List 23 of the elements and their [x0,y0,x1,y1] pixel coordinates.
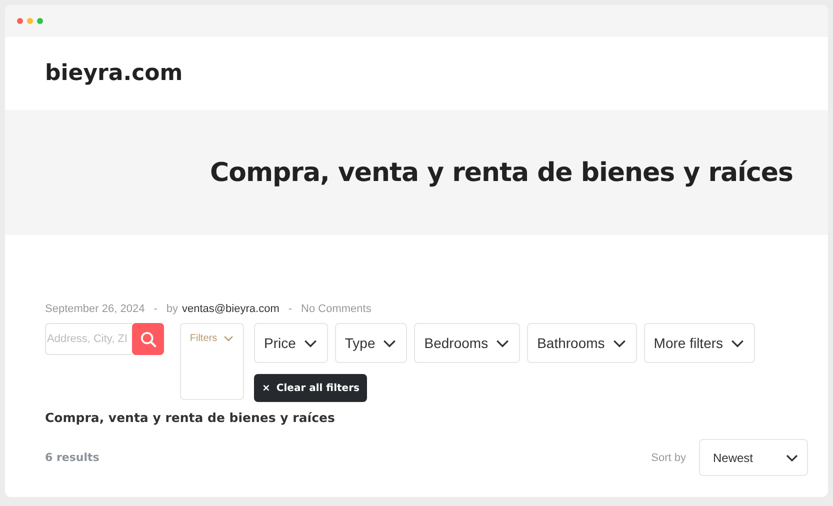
filter-dropdown[interactable]: Bedrooms [414,323,520,363]
search-field[interactable]: Address, City, ZI [45,323,132,355]
maximize-dot-icon[interactable] [37,18,43,24]
sort-select[interactable]: Newest [699,439,808,476]
post-date: September 26, 2024 [45,303,145,315]
sort-label: Sort by [651,452,686,464]
filter-dropdown[interactable]: Type [334,323,408,363]
listing-heading: Compra, venta y renta de bienes y raíces [45,410,336,425]
filter-dropdown[interactable]: Bathrooms [527,323,637,363]
search-button[interactable] [132,323,164,355]
results-count: 6 results [45,451,100,464]
search-icon [140,330,156,348]
by-label: by [166,303,178,315]
minimize-dot-icon[interactable] [27,18,33,24]
close-dot-icon[interactable] [17,18,23,24]
site-logo[interactable]: bieyra.com [45,61,183,86]
meta-separator: - [288,303,292,315]
page-title: Compra, venta y renta de bienes y raíces [210,158,793,188]
meta-separator: - [154,303,158,315]
filter-dropdown[interactable]: Price [254,323,328,363]
filter-dropdown[interactable]: More filters [644,323,756,363]
author-link[interactable]: ventas@bieyra.com [182,303,280,315]
clear-filters-button[interactable]: × Clear all filters [254,374,368,402]
